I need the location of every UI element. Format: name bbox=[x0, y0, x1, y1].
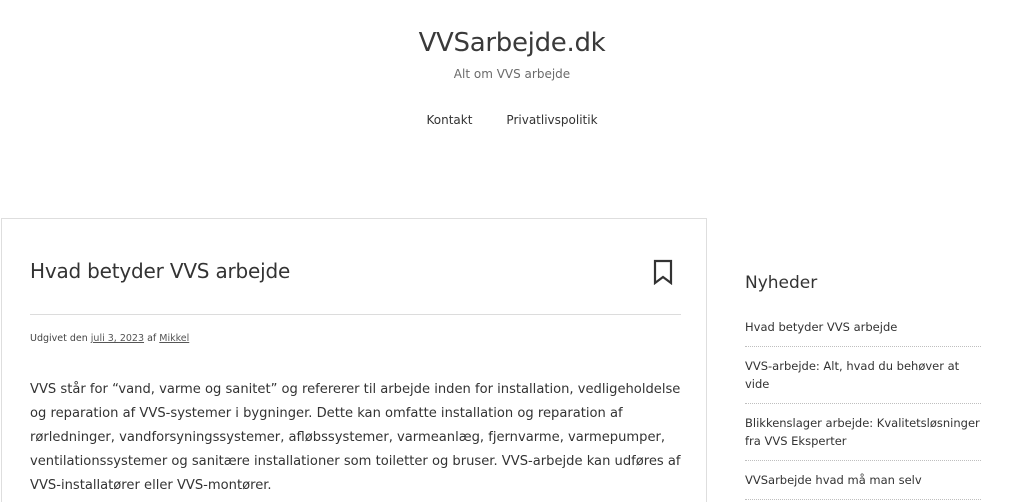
site-title[interactable]: VVSarbejde.dk bbox=[0, 28, 1024, 58]
widget-title: Nyheder bbox=[745, 273, 818, 293]
post-meta: Udgivet den juli 3, 2023 af Mikkel bbox=[30, 333, 189, 344]
post-content: VVS står for “vand, varme og sanitet” og… bbox=[30, 382, 681, 493]
news-list: Hvad betyder VVS arbejde VVS-arbejde: Al… bbox=[745, 316, 981, 500]
post-title[interactable]: Hvad betyder VVS arbejde bbox=[30, 259, 290, 283]
list-item: Hvad betyder VVS arbejde bbox=[745, 316, 981, 347]
site-tagline: Alt om VVS arbejde bbox=[453, 67, 571, 81]
published-prefix: Udgivet den bbox=[30, 333, 88, 344]
list-item: VVS-arbejde: Alt, hvad du behøver at vid… bbox=[745, 347, 981, 404]
sidebar: Nyheder Hvad betyder VVS arbejde VVS-arb… bbox=[745, 270, 981, 500]
title-divider bbox=[30, 314, 681, 315]
news-link[interactable]: VVSarbejde hvad må man selv bbox=[745, 473, 922, 487]
author-link[interactable]: Mikkel bbox=[159, 333, 189, 344]
news-link[interactable]: Blikkenslager arbejde: Kvalitetsløsninge… bbox=[745, 416, 980, 448]
nav-item-privatlivspolitik[interactable]: Privatlivspolitik bbox=[506, 113, 597, 127]
main-nav: Kontakt Privatlivspolitik bbox=[0, 113, 1024, 127]
author-prefix: af bbox=[147, 333, 157, 344]
list-item: Blikkenslager arbejde: Kvalitetsløsninge… bbox=[745, 404, 981, 461]
news-link[interactable]: Hvad betyder VVS arbejde bbox=[745, 320, 897, 334]
news-link[interactable]: VVS-arbejde: Alt, hvad du behøver at vid… bbox=[745, 359, 959, 391]
list-item: VVSarbejde hvad må man selv bbox=[745, 461, 981, 500]
article-card: Hvad betyder VVS arbejde Udgivet den jul… bbox=[1, 218, 707, 502]
post-date-link[interactable]: juli 3, 2023 bbox=[91, 333, 144, 344]
nav-item-kontakt[interactable]: Kontakt bbox=[426, 113, 472, 127]
bookmark-icon[interactable] bbox=[652, 259, 674, 286]
